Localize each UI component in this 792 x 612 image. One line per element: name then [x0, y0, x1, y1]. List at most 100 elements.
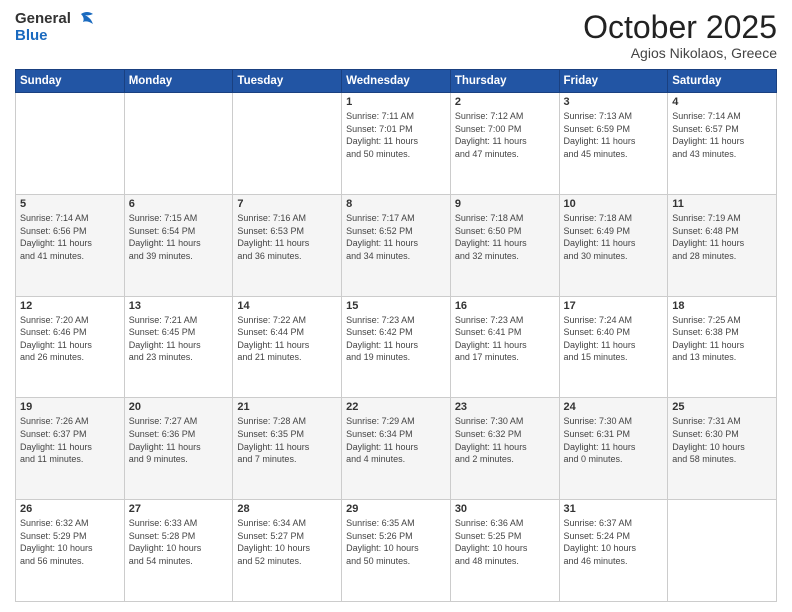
day-number: 26: [20, 503, 120, 515]
calendar-cell: 2 Sunrise: 7:12 AM Sunset: 7:00 PM Daylig…: [450, 93, 559, 195]
calendar-cell: 29 Sunrise: 6:35 AM Sunset: 5:26 PM Dayli…: [342, 500, 451, 602]
day-info: Sunrise: 7:28 AM Sunset: 6:35 PM Dayligh…: [237, 415, 337, 465]
day-info: Sunrise: 6:32 AM Sunset: 5:29 PM Dayligh…: [20, 517, 120, 567]
day-info: Sunrise: 7:16 AM Sunset: 6:53 PM Dayligh…: [237, 212, 337, 262]
day-number: 7: [237, 198, 337, 210]
day-info: Sunrise: 7:20 AM Sunset: 6:46 PM Dayligh…: [20, 314, 120, 364]
calendar-cell: 31 Sunrise: 6:37 AM Sunset: 5:24 PM Dayli…: [559, 500, 668, 602]
day-number: 28: [237, 503, 337, 515]
day-number: 8: [346, 198, 446, 210]
day-number: 15: [346, 300, 446, 312]
location-title: Agios Nikolaos, Greece: [583, 45, 777, 61]
calendar-cell: 1 Sunrise: 7:11 AM Sunset: 7:01 PM Daylig…: [342, 93, 451, 195]
calendar-cell: 8 Sunrise: 7:17 AM Sunset: 6:52 PM Daylig…: [342, 194, 451, 296]
day-number: 5: [20, 198, 120, 210]
calendar-cell: 14 Sunrise: 7:22 AM Sunset: 6:44 PM Dayli…: [233, 296, 342, 398]
day-info: Sunrise: 7:18 AM Sunset: 6:49 PM Dayligh…: [564, 212, 664, 262]
calendar-cell: 7 Sunrise: 7:16 AM Sunset: 6:53 PM Daylig…: [233, 194, 342, 296]
week-row-2: 12 Sunrise: 7:20 AM Sunset: 6:46 PM Dayli…: [16, 296, 777, 398]
calendar-cell: 12 Sunrise: 7:20 AM Sunset: 6:46 PM Dayli…: [16, 296, 125, 398]
day-number: 18: [672, 300, 772, 312]
calendar-cell: 17Sunrise: 7:24 AM Sunset: 6:40 PM Dayli…: [559, 296, 668, 398]
day-number: 16: [455, 300, 555, 312]
calendar-cell: 4 Sunrise: 7:14 AM Sunset: 6:57 PM Daylig…: [668, 93, 777, 195]
day-number: 2: [455, 96, 555, 108]
header-thursday: Thursday: [450, 70, 559, 93]
page: General Blue October 2025 Agios Nikolaos…: [0, 0, 792, 612]
calendar-cell: 19 Sunrise: 7:26 AM Sunset: 6:37 PM Dayli…: [16, 398, 125, 500]
calendar-cell: 16Sunrise: 7:23 AM Sunset: 6:41 PM Dayli…: [450, 296, 559, 398]
calendar-cell: 26 Sunrise: 6:32 AM Sunset: 5:29 PM Dayli…: [16, 500, 125, 602]
logo-container: General Blue: [15, 10, 95, 45]
day-number: 6: [129, 198, 229, 210]
weekday-header-row: Sunday Monday Tuesday Wednesday Thursday…: [16, 70, 777, 93]
week-row-0: 1 Sunrise: 7:11 AM Sunset: 7:01 PM Daylig…: [16, 93, 777, 195]
day-number: 31: [564, 503, 664, 515]
header-saturday: Saturday: [668, 70, 777, 93]
header-sunday: Sunday: [16, 70, 125, 93]
calendar-cell: [16, 93, 125, 195]
day-number: 12: [20, 300, 120, 312]
calendar-cell: 11 Sunrise: 7:19 AM Sunset: 6:48 PM Dayli…: [668, 194, 777, 296]
week-row-3: 19 Sunrise: 7:26 AM Sunset: 6:37 PM Dayli…: [16, 398, 777, 500]
day-number: 21: [237, 401, 337, 413]
day-info: Sunrise: 7:24 AM Sunset: 6:40 PM Dayligh…: [564, 314, 664, 364]
calendar-cell: 24 Sunrise: 7:30 AM Sunset: 6:31 PM Dayli…: [559, 398, 668, 500]
calendar-cell: 3Sunrise: 7:13 AM Sunset: 6:59 PM Daylig…: [559, 93, 668, 195]
day-number: 30: [455, 503, 555, 515]
day-info: Sunrise: 6:34 AM Sunset: 5:27 PM Dayligh…: [237, 517, 337, 567]
day-info: Sunrise: 7:14 AM Sunset: 6:56 PM Dayligh…: [20, 212, 120, 262]
calendar-cell: 5 Sunrise: 7:14 AM Sunset: 6:56 PM Daylig…: [16, 194, 125, 296]
day-info: Sunrise: 6:33 AM Sunset: 5:28 PM Dayligh…: [129, 517, 229, 567]
day-info: Sunrise: 7:17 AM Sunset: 6:52 PM Dayligh…: [346, 212, 446, 262]
week-row-4: 26 Sunrise: 6:32 AM Sunset: 5:29 PM Dayli…: [16, 500, 777, 602]
calendar-cell: 22Sunrise: 7:29 AM Sunset: 6:34 PM Dayli…: [342, 398, 451, 500]
day-info: Sunrise: 6:37 AM Sunset: 5:24 PM Dayligh…: [564, 517, 664, 567]
calendar-cell: 6Sunrise: 7:15 AM Sunset: 6:54 PM Daylig…: [124, 194, 233, 296]
day-number: 27: [129, 503, 229, 515]
day-info: Sunrise: 7:18 AM Sunset: 6:50 PM Dayligh…: [455, 212, 555, 262]
day-number: 19: [20, 401, 120, 413]
day-number: 24: [564, 401, 664, 413]
header: General Blue October 2025 Agios Nikolaos…: [15, 10, 777, 61]
calendar-cell: [233, 93, 342, 195]
day-info: Sunrise: 7:31 AM Sunset: 6:30 PM Dayligh…: [672, 415, 772, 465]
calendar-cell: [124, 93, 233, 195]
day-info: Sunrise: 7:13 AM Sunset: 6:59 PM Dayligh…: [564, 110, 664, 160]
day-number: 11: [672, 198, 772, 210]
calendar-cell: 13 Sunrise: 7:21 AM Sunset: 6:45 PM Dayli…: [124, 296, 233, 398]
calendar-cell: 25Sunrise: 7:31 AM Sunset: 6:30 PM Dayli…: [668, 398, 777, 500]
logo-bird-icon: [73, 10, 95, 28]
day-number: 22: [346, 401, 446, 413]
day-number: 4: [672, 96, 772, 108]
calendar-cell: 15 Sunrise: 7:23 AM Sunset: 6:42 PM Dayli…: [342, 296, 451, 398]
calendar-cell: 28 Sunrise: 6:34 AM Sunset: 5:27 PM Dayli…: [233, 500, 342, 602]
day-info: Sunrise: 7:23 AM Sunset: 6:42 PM Dayligh…: [346, 314, 446, 364]
title-area: October 2025 Agios Nikolaos, Greece: [583, 10, 777, 61]
calendar-cell: 10 Sunrise: 7:18 AM Sunset: 6:49 PM Dayli…: [559, 194, 668, 296]
day-number: 13: [129, 300, 229, 312]
day-info: Sunrise: 7:26 AM Sunset: 6:37 PM Dayligh…: [20, 415, 120, 465]
calendar: Sunday Monday Tuesday Wednesday Thursday…: [15, 69, 777, 602]
day-info: Sunrise: 7:14 AM Sunset: 6:57 PM Dayligh…: [672, 110, 772, 160]
header-tuesday: Tuesday: [233, 70, 342, 93]
day-info: Sunrise: 7:12 AM Sunset: 7:00 PM Dayligh…: [455, 110, 555, 160]
day-number: 29: [346, 503, 446, 515]
day-info: Sunrise: 7:19 AM Sunset: 6:48 PM Dayligh…: [672, 212, 772, 262]
day-info: Sunrise: 6:35 AM Sunset: 5:26 PM Dayligh…: [346, 517, 446, 567]
logo-blue-text: Blue: [15, 28, 95, 45]
calendar-cell: 23Sunrise: 7:30 AM Sunset: 6:32 PM Dayli…: [450, 398, 559, 500]
day-number: 14: [237, 300, 337, 312]
day-number: 20: [129, 401, 229, 413]
day-info: Sunrise: 7:11 AM Sunset: 7:01 PM Dayligh…: [346, 110, 446, 160]
day-number: 9: [455, 198, 555, 210]
day-info: Sunrise: 7:21 AM Sunset: 6:45 PM Dayligh…: [129, 314, 229, 364]
day-info: Sunrise: 7:22 AM Sunset: 6:44 PM Dayligh…: [237, 314, 337, 364]
calendar-cell: 20Sunrise: 7:27 AM Sunset: 6:36 PM Dayli…: [124, 398, 233, 500]
week-row-1: 5 Sunrise: 7:14 AM Sunset: 6:56 PM Daylig…: [16, 194, 777, 296]
day-number: 10: [564, 198, 664, 210]
logo: General Blue: [15, 10, 95, 45]
calendar-cell: 27 Sunrise: 6:33 AM Sunset: 5:28 PM Dayli…: [124, 500, 233, 602]
day-number: 1: [346, 96, 446, 108]
day-info: Sunrise: 7:30 AM Sunset: 6:31 PM Dayligh…: [564, 415, 664, 465]
